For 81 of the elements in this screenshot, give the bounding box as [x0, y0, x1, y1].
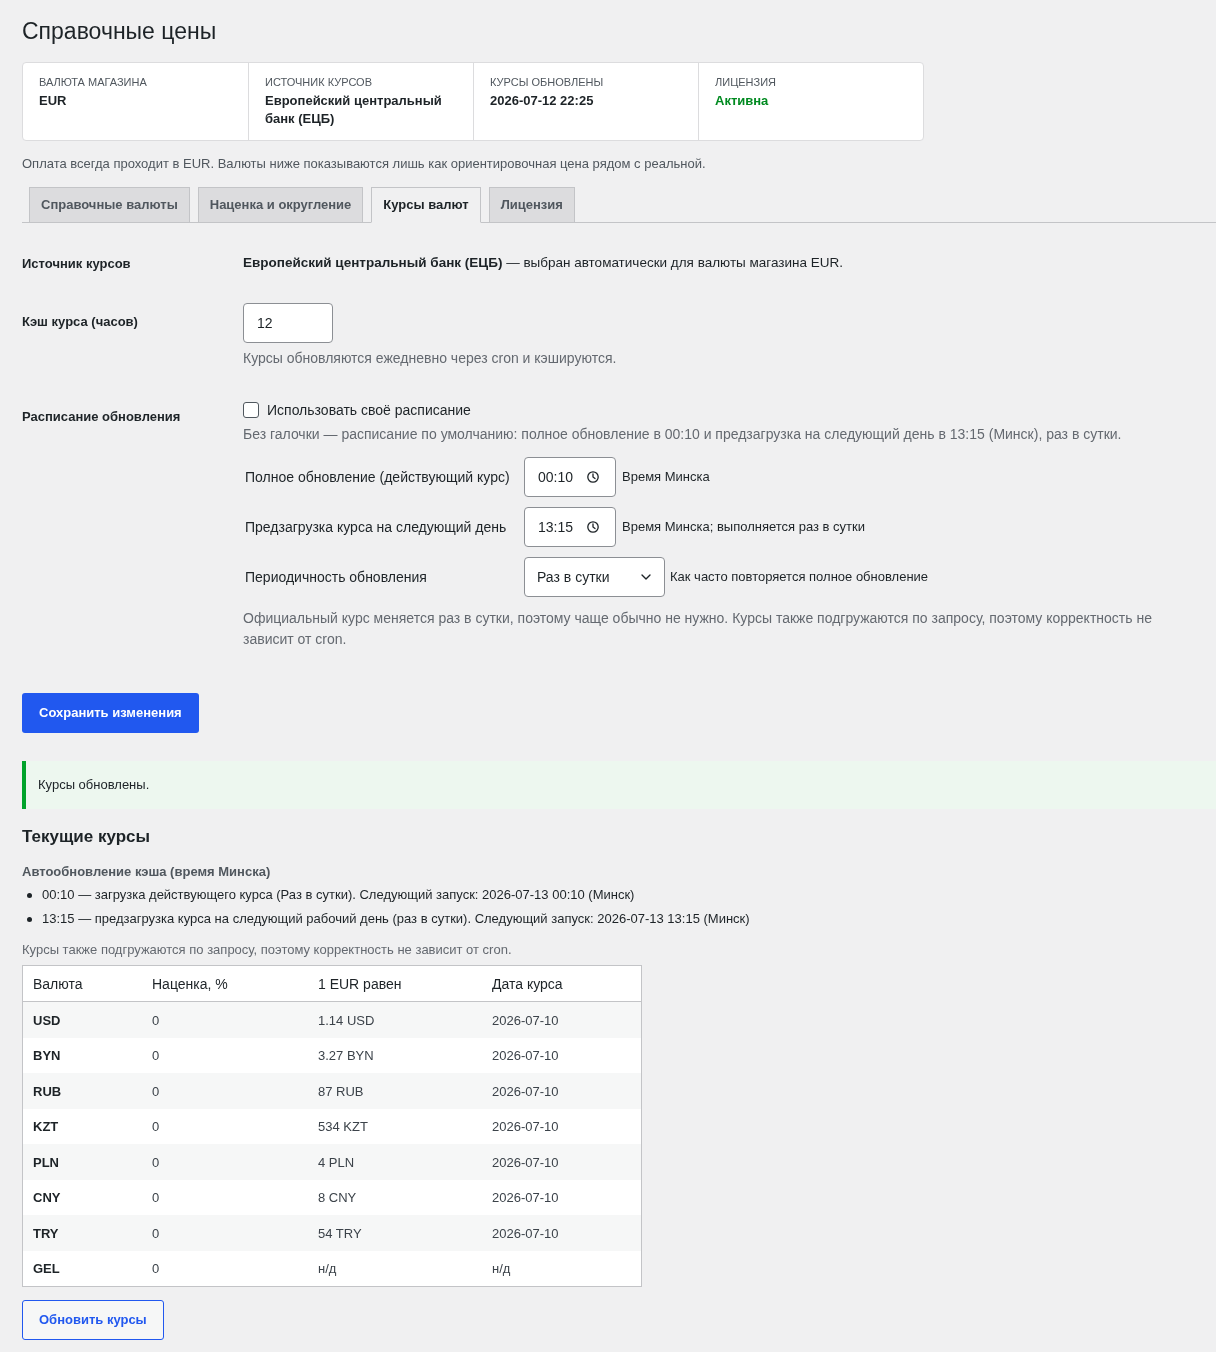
notice-text: Курсы обновлены. — [38, 776, 150, 794]
table-cell: PLN — [33, 1154, 59, 1170]
field-hint: Время Минска — [622, 468, 710, 486]
schedule-item: 00:10 — загрузка действующего курса (Раз в сутки). Следующий запуск: 2026-07-13 00:10 (Минск) — [42, 886, 635, 904]
table-cell: 0 — [152, 1261, 160, 1277]
field-hint: Как часто повторяется полное обновление — [670, 568, 929, 586]
table-cell: 0 — [152, 1154, 160, 1170]
table-cell: 2026-07-10 — [492, 1119, 559, 1135]
table-cell: RUB — [33, 1083, 62, 1099]
summary-value: EUR — [39, 92, 68, 110]
field-label: Источник курсов — [22, 256, 131, 271]
table-cell: 2026-07-10 — [492, 1225, 559, 1241]
table-cell: 2026-07-10 — [492, 1154, 559, 1170]
summary-value: Европейский центральный банк (ЕЦБ) — [265, 92, 443, 128]
schedule-heading: Автообновление кэша (время Минска) — [22, 863, 272, 881]
clock-icon — [587, 521, 599, 533]
payment-note: Оплата всегда проходит в EUR. Валюты ниже показываются лишь как ориентировочная цена рядом с реальной. — [22, 155, 707, 173]
field-description: Официальный курс меняется раз в сутки, поэтому чаще обычно не нужно. Курсы также подгружаются по запросу, поэтому корректность не зависит от cron. — [243, 609, 1153, 649]
column-header: Дата курса — [492, 975, 563, 992]
field-description: Курсы обновляются ежедневно через cron и кэшируются. — [243, 349, 617, 367]
tab[interactable]: Лицензия — [488, 187, 575, 223]
table-cell: 2026-07-10 — [492, 1083, 559, 1099]
table-cell: 0 — [152, 1083, 160, 1099]
table-cell: н/д — [318, 1261, 337, 1277]
table-cell: 4 PLN — [318, 1154, 355, 1170]
table-cell: н/д — [492, 1261, 511, 1277]
table-cell: CNY — [33, 1190, 61, 1206]
clock-icon — [587, 471, 599, 483]
refresh-button[interactable]: Обновить курсы — [22, 1300, 164, 1340]
table-cell: 8 CNY — [318, 1190, 357, 1206]
hours-input[interactable]: 12 — [243, 303, 333, 343]
column-header: 1 EUR равен — [318, 975, 402, 992]
table-cell: KZT — [33, 1119, 59, 1135]
summary-value: 2026-07-12 22:25 — [490, 92, 595, 110]
field-label: Кэш курса (часов) — [22, 314, 138, 329]
field-hint: Время Минска; выполняется раз в сутки — [622, 518, 866, 536]
checkbox[interactable] — [243, 402, 259, 418]
table-cell: BYN — [33, 1048, 61, 1064]
table-cell: TRY — [33, 1225, 59, 1241]
summary-label: КУРСЫ ОБНОВЛЕНЫ — [490, 75, 605, 89]
time-field[interactable]: 13:15 — [524, 507, 616, 547]
save-button[interactable]: Сохранить изменения — [22, 693, 199, 733]
table-cell: 2026-07-10 — [492, 1012, 559, 1028]
table-cell: 2026-07-10 — [492, 1190, 559, 1206]
field-description: Без галочки — расписание по умолчанию: полное обновление в 00:10 и предзагрузка на следующий день в 13:15 (Минск), раз в сутки. — [243, 425, 1122, 443]
page-title: Справочные цены — [22, 17, 218, 46]
source-text: Европейский центральный банк (ЕЦБ) — выбран автоматически для валюты магазина EUR. — [243, 254, 843, 272]
tab[interactable]: Справочные валюты — [29, 187, 190, 223]
table-cell: 1.14 USD — [318, 1012, 375, 1028]
table-cell: 0 — [152, 1048, 160, 1064]
table-cell: GEL — [33, 1261, 60, 1277]
table-cell: 534 KZT — [318, 1119, 368, 1135]
table-cell: 54 TRY — [318, 1225, 362, 1241]
table-cell: 0 — [152, 1190, 160, 1206]
rates-note: Курсы также подгружаются по запросу, поэтому корректность не зависит от cron. — [22, 941, 513, 959]
column-header: Валюта — [33, 975, 83, 992]
table-cell: 0 — [152, 1119, 160, 1135]
table-cell: 3.27 BYN — [318, 1048, 374, 1064]
summary-label: ВАЛЮТА МАГАЗИНА — [39, 75, 148, 89]
table-cell: 2026-07-10 — [492, 1048, 559, 1064]
time-field[interactable]: 00:10 — [524, 457, 616, 497]
table-cell: 87 RUB — [318, 1083, 364, 1099]
bullet-icon — [27, 892, 32, 898]
field-label: Периодичность обновления — [245, 569, 427, 585]
column-header: Наценка, % — [152, 975, 228, 992]
table-cell: 0 — [152, 1225, 160, 1241]
tab[interactable]: Наценка и округление — [197, 187, 364, 223]
schedule-item: 13:15 — предзагрузка курса на следующий рабочий день (раз в сутки). Следующий запуск: 2026-07-13 13:15 (Минск) — [42, 910, 750, 928]
table-cell: 0 — [152, 1012, 160, 1028]
bullet-icon — [27, 916, 32, 922]
checkbox-label[interactable]: Использовать своё расписание — [267, 401, 471, 419]
field-label: Полное обновление (действующий курс) — [245, 469, 510, 485]
summary-value: Активна — [715, 92, 770, 110]
field-label: Предзагрузка курса на следующий день — [245, 519, 507, 535]
dropdown-select[interactable]: Раз в сутки — [524, 557, 665, 597]
summary-label: ЛИЦЕНЗИЯ — [715, 75, 778, 89]
table-cell: USD — [33, 1012, 61, 1028]
summary-label: ИСТОЧНИК КУРСОВ — [265, 75, 373, 89]
field-label: Расписание обновления — [22, 409, 181, 424]
section-heading: Текущие курсы — [22, 826, 152, 848]
tab[interactable]: Курсы валют — [371, 187, 481, 223]
